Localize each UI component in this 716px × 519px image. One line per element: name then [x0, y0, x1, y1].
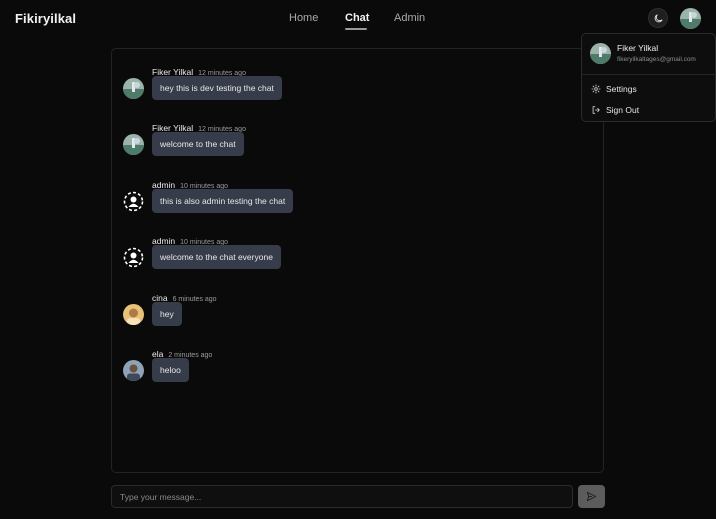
active-tab-indicator	[345, 28, 367, 30]
message-bubble: heloo	[152, 358, 189, 382]
menu-user-name: Fiker Yilkal	[617, 43, 659, 53]
send-icon	[586, 491, 597, 502]
main-nav: Home Chat Admin	[0, 12, 716, 32]
theme-toggle-button[interactable]	[648, 8, 668, 28]
default-avatar-icon	[123, 247, 144, 268]
avatar	[123, 304, 144, 325]
message-input[interactable]	[112, 486, 572, 507]
send-button[interactable]	[578, 485, 605, 508]
message-bubble: hey	[152, 302, 182, 326]
avatar	[123, 78, 144, 99]
message-bubble: hey this is dev testing the chat	[152, 76, 282, 100]
menu-divider	[582, 74, 715, 75]
message-bubble: welcome to the chat	[152, 132, 244, 156]
moon-icon	[654, 14, 663, 23]
message-bubble: welcome to the chat everyone	[152, 245, 281, 269]
user-avatar-button[interactable]	[680, 8, 701, 29]
menu-user-email: fikeryilkaltages@gmail.com	[617, 56, 696, 63]
menu-item-sign-out[interactable]: Sign Out	[586, 101, 711, 119]
sign-out-icon	[592, 106, 600, 114]
menu-item-settings[interactable]: Settings	[586, 80, 711, 98]
menu-item-label: Settings	[606, 84, 637, 94]
avatar	[590, 43, 611, 64]
menu-item-label: Sign Out	[606, 105, 640, 115]
gear-icon	[591, 84, 601, 94]
default-avatar-icon	[123, 191, 144, 212]
nav-chat[interactable]: Chat	[345, 12, 369, 24]
nav-home[interactable]: Home	[289, 12, 318, 24]
message-bubble: this is also admin testing the chat	[152, 189, 294, 213]
user-dropdown-menu: Fiker Yilkal fikeryilkaltages@gmail.com …	[581, 33, 716, 122]
nav-admin[interactable]: Admin	[394, 12, 425, 24]
message-composer	[111, 485, 573, 508]
chat-messages-panel[interactable]: Fiker Yilkal 12 minutes ago hey this is d…	[111, 48, 604, 473]
avatar	[123, 360, 144, 381]
avatar	[123, 134, 144, 155]
